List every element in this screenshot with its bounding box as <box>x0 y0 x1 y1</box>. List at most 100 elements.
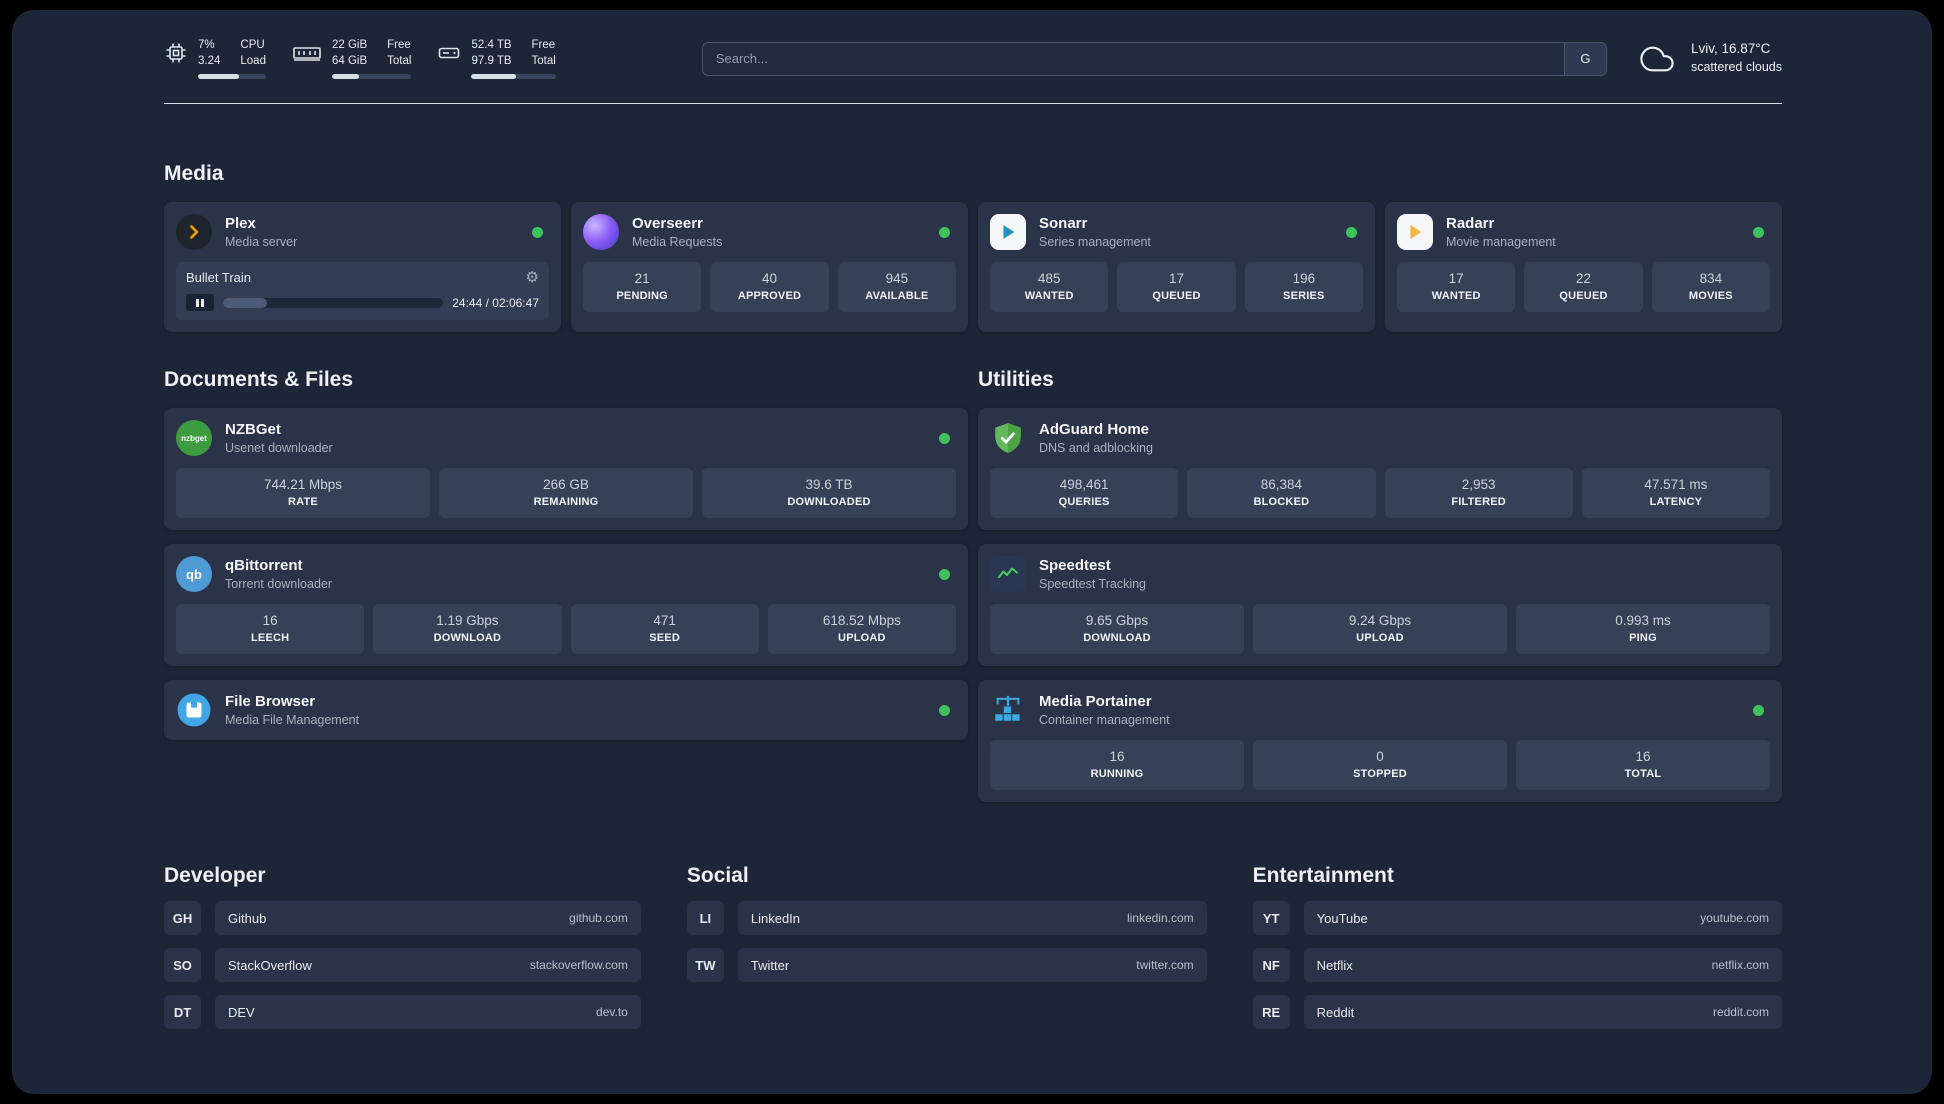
weather-location: Lviv, 16.87°C <box>1690 41 1771 57</box>
link-youtube[interactable]: YT YouTube youtube.com <box>1252 901 1782 936</box>
weather-widget[interactable]: Lviv, 16.87°C scattered clouds <box>1635 40 1782 76</box>
stat-label: WANTED <box>1431 290 1481 303</box>
stat-label: DOWNLOAD <box>1083 632 1151 645</box>
stat-label: PING <box>1629 632 1657 645</box>
search-input[interactable] <box>702 42 1564 75</box>
link-netflix[interactable]: NF Netflix netflix.com <box>1252 948 1782 983</box>
link-github[interactable]: GH Github github.com <box>164 901 641 936</box>
youtube-icon: YT <box>1252 901 1290 936</box>
app-name: NZBGet <box>225 421 281 439</box>
cpu-labels: CPU Load <box>240 39 266 67</box>
app-subtitle: Torrent downloader <box>225 577 333 592</box>
stat-value: 834 <box>1699 271 1723 287</box>
stat-label: PENDING <box>616 290 668 303</box>
stat-label: MOVIES <box>1688 290 1733 303</box>
app-card-filebrowser[interactable]: File Browser Media File Management <box>164 680 968 741</box>
link-domain: dev.to <box>596 1005 628 1020</box>
radarr-icon <box>1397 214 1433 251</box>
dashboard: 7% 3.24 CPU Load 22 GiB 64 GiB Free Tota… <box>12 10 1932 1094</box>
cpu-icon <box>164 41 188 65</box>
netflix-icon: NF <box>1252 948 1290 983</box>
app-card-sonarr[interactable]: Sonarr Series management 485 WANTED 17 Q… <box>978 202 1375 333</box>
stat-value: 1.19 Gbps <box>436 613 499 629</box>
app-card-speedtest[interactable]: Speedtest Speedtest Tracking 9.65 Gbps D… <box>978 544 1782 667</box>
stat-tile: 16 RUNNING <box>990 740 1244 791</box>
app-name: Media Portainer <box>1039 693 1152 711</box>
app-card-portainer[interactable]: Media Portainer Container management 16 … <box>978 680 1782 803</box>
link-domain: youtube.com <box>1700 911 1769 926</box>
stat-value: 9.65 Gbps <box>1085 613 1149 629</box>
app-card-nzbget[interactable]: nzbget NZBGet Usenet downloader 744.21 M… <box>164 408 968 531</box>
stat-value: 17 <box>1168 271 1184 287</box>
stat-value: 16 <box>1635 749 1651 765</box>
app-subtitle: Speedtest Tracking <box>1039 577 1147 592</box>
app-subtitle: DNS and adblocking <box>1039 441 1153 456</box>
stat-label: UPLOAD <box>1356 632 1404 645</box>
stat-label: LEECH <box>250 632 290 645</box>
stat-tile: 0 STOPPED <box>1253 740 1507 791</box>
link-dev[interactable]: DT DEV dev.to <box>164 995 641 1030</box>
link-linkedin[interactable]: LI LinkedIn linkedin.com <box>686 901 1207 936</box>
social-column: Social LI LinkedIn linkedin.com TW Twitt… <box>686 864 1207 1029</box>
app-card-radarr[interactable]: Radarr Movie management 17 WANTED 22 QUE… <box>1385 202 1782 333</box>
section-title-entertainment: Entertainment <box>1252 864 1394 888</box>
link-stackoverflow[interactable]: SO StackOverflow stackoverflow.com <box>164 948 641 983</box>
github-icon: GH <box>164 901 201 936</box>
link-reddit[interactable]: RE Reddit reddit.com <box>1252 995 1782 1030</box>
playback-progress-bar[interactable] <box>223 297 444 308</box>
app-card-qbittorrent[interactable]: qb qBittorrent Torrent downloader 16 LEE… <box>164 544 968 667</box>
portainer-icon <box>990 692 1026 728</box>
app-card-adguard[interactable]: AdGuard Home DNS and adblocking 498,461 … <box>978 408 1782 531</box>
stat-label: UPLOAD <box>838 632 886 645</box>
app-name: Plex <box>225 215 256 233</box>
stat-tile: 196 SERIES <box>1244 262 1363 313</box>
app-name: AdGuard Home <box>1039 421 1150 439</box>
stat-label: RATE <box>288 496 318 509</box>
entertainment-column: Entertainment YT YouTube youtube.com NF … <box>1252 864 1782 1030</box>
link-domain: linkedin.com <box>1126 911 1194 926</box>
link-twitter[interactable]: TW Twitter twitter.com <box>686 948 1207 983</box>
stat-value: 2,953 <box>1461 477 1496 493</box>
app-card-plex[interactable]: Plex Media server Bullet Train ⚙ 24:44 /… <box>164 202 561 333</box>
stat-tile: 21 PENDING <box>583 262 702 313</box>
stat-tile: 471 SEED <box>570 604 759 655</box>
utilities-column: Utilities AdGuard Home DNS and adblockin… <box>978 368 1782 803</box>
stat-label: WANTED <box>1024 290 1074 303</box>
section-title-media: Media <box>164 162 224 186</box>
stat-label: AVAILABLE <box>865 290 929 303</box>
stat-tile: 16 LEECH <box>176 604 365 655</box>
stat-tile: 744.21 Mbps RATE <box>176 468 430 519</box>
cpu-progress-bar <box>198 74 266 80</box>
stat-tile: 40 APPROVED <box>710 262 829 313</box>
gear-icon[interactable]: ⚙ <box>526 270 539 285</box>
app-subtitle: Media Requests <box>632 235 723 250</box>
dev-icon: DT <box>164 995 201 1030</box>
stat-tile: 498,461 QUERIES <box>990 468 1179 519</box>
stat-value: 471 <box>653 613 676 629</box>
app-name: Overseerr <box>632 215 703 233</box>
app-name: qBittorrent <box>225 557 303 575</box>
app-name: Radarr <box>1446 215 1495 233</box>
memory-icon <box>292 41 322 65</box>
stat-value: 17 <box>1448 271 1464 287</box>
playback-time: 24:44 / 02:06:47 <box>452 295 539 310</box>
link-name: YouTube <box>1316 910 1368 926</box>
nzbget-icon: nzbget <box>176 420 212 457</box>
stat-tile: 9.24 Gbps UPLOAD <box>1253 604 1507 655</box>
stat-value: 485 <box>1037 271 1061 287</box>
status-indicator <box>1753 226 1764 238</box>
stat-label: BLOCKED <box>1253 496 1310 509</box>
qbittorrent-icon: qb <box>176 556 212 593</box>
stat-label: SEED <box>649 632 680 645</box>
topbar-divider <box>164 103 1782 105</box>
stat-tile: 39.6 TB DOWNLOADED <box>702 468 956 519</box>
stat-value: 9.24 Gbps <box>1348 613 1412 629</box>
app-card-overseerr[interactable]: Overseerr Media Requests 21 PENDING 40 A… <box>571 202 968 333</box>
section-title-social: Social <box>686 864 749 888</box>
ram-values: 22 GiB 64 GiB <box>331 39 368 67</box>
pause-button[interactable] <box>186 294 214 312</box>
search-engine-button[interactable]: G <box>1563 42 1606 75</box>
stat-label: QUEUED <box>1559 290 1608 303</box>
link-name: DEV <box>228 1004 255 1020</box>
stat-label: FILTERED <box>1451 496 1506 509</box>
